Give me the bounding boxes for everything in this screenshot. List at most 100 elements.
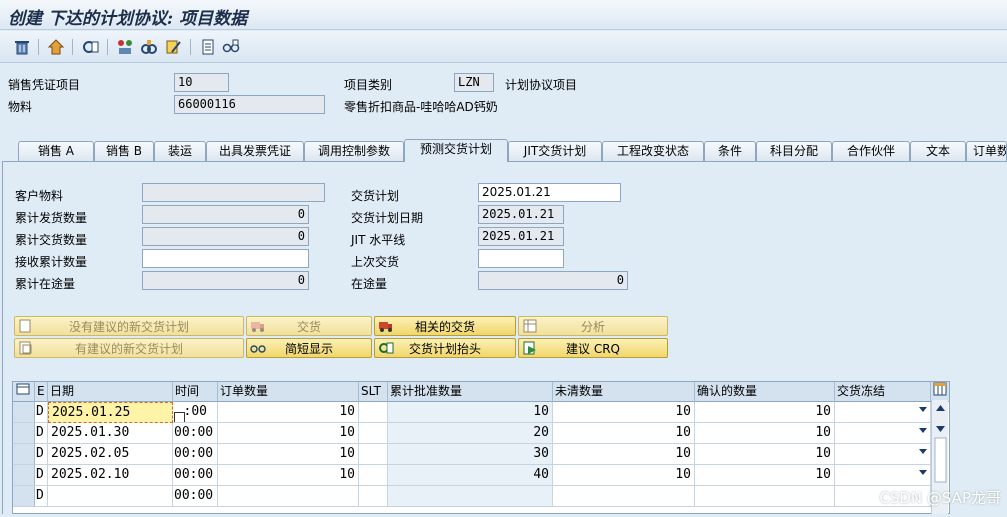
order-qty-cell[interactable]: 10 bbox=[218, 402, 359, 423]
tab-partners[interactable]: 合作伙伴 bbox=[832, 141, 910, 161]
delete-icon[interactable] bbox=[13, 38, 31, 56]
cum-approved-cell: 40 bbox=[388, 465, 553, 486]
order-qty-cell[interactable]: 10 bbox=[218, 465, 359, 486]
tab-billing[interactable]: 出具发票凭证 bbox=[206, 141, 304, 161]
glasses-icon bbox=[250, 345, 266, 353]
cum-in-transit-field[interactable]: 0 bbox=[142, 271, 309, 290]
col-header-date[interactable]: 日期 bbox=[48, 382, 173, 402]
tab-jit-schedule[interactable]: JIT交货计划 bbox=[508, 141, 602, 161]
cum-delivered-field[interactable]: 0 bbox=[142, 227, 309, 246]
col-header-cum-approved[interactable]: 累计批准数量 bbox=[388, 382, 553, 402]
row-selector[interactable] bbox=[13, 444, 35, 465]
slt-cell[interactable] bbox=[359, 486, 388, 507]
date-cell[interactable]: 2025.02.10 bbox=[48, 465, 173, 486]
glasses-icon[interactable] bbox=[222, 38, 240, 56]
tab-texts[interactable]: 文本 bbox=[910, 141, 966, 161]
propose-crq-button[interactable]: 建议 CRQ bbox=[518, 338, 668, 358]
col-header-delivery-block[interactable]: 交货冻结 bbox=[835, 382, 931, 402]
delivery-block-dropdown[interactable] bbox=[835, 465, 931, 486]
delivery-block-dropdown[interactable] bbox=[835, 402, 931, 423]
confirmed-qty-cell: 10 bbox=[695, 423, 835, 444]
order-qty-cell[interactable] bbox=[218, 486, 359, 507]
display-doc-icon[interactable] bbox=[82, 38, 100, 56]
row-selector[interactable] bbox=[13, 423, 35, 444]
confirmed-qty-cell: 10 bbox=[695, 402, 835, 423]
other-item-icon[interactable] bbox=[47, 38, 65, 56]
related-delivery-button[interactable]: 相关的交货 bbox=[374, 316, 516, 336]
tab-account-assignment[interactable]: 科目分配 bbox=[756, 141, 832, 161]
date-cell[interactable]: 2025.01.30 bbox=[48, 423, 173, 444]
row-e: D bbox=[35, 465, 48, 486]
delivery-button[interactable]: 交货 bbox=[246, 316, 372, 336]
notes-icon[interactable] bbox=[199, 38, 217, 56]
config-icon[interactable] bbox=[140, 38, 158, 56]
chevron-down-icon[interactable] bbox=[919, 470, 927, 475]
order-qty-cell[interactable]: 10 bbox=[218, 444, 359, 465]
col-header-order-qty[interactable]: 订单数量 bbox=[218, 382, 359, 402]
order-qty-cell[interactable]: 10 bbox=[218, 423, 359, 444]
delivery-schedule-field[interactable]: 2025.01.21 bbox=[478, 183, 621, 202]
cum-issued-field[interactable]: 0 bbox=[142, 205, 309, 224]
customer-material-label: 客户物料 bbox=[15, 189, 64, 203]
scroll-thumb[interactable] bbox=[934, 437, 947, 483]
edit-icon[interactable] bbox=[164, 38, 182, 56]
short-display-button[interactable]: 简短显示 bbox=[246, 338, 372, 358]
copy-icon[interactable] bbox=[116, 38, 134, 56]
col-header-open-qty[interactable]: 未清数量 bbox=[553, 382, 695, 402]
col-header-confirmed-qty[interactable]: 确认的数量 bbox=[695, 382, 835, 402]
scroll-up-icon[interactable] bbox=[936, 405, 945, 411]
open-qty-cell bbox=[553, 486, 695, 507]
delivery-block-dropdown[interactable] bbox=[835, 444, 931, 465]
chevron-down-icon[interactable] bbox=[919, 428, 927, 433]
scroll-down-icon[interactable] bbox=[936, 426, 945, 432]
item-category-field[interactable]: LZN bbox=[454, 73, 494, 92]
schedule-header-button[interactable]: 交货计划抬头 bbox=[374, 338, 516, 358]
time-cell[interactable]: 00:00 bbox=[173, 486, 218, 507]
date-cell[interactable]: 2025.01.25 bbox=[48, 402, 173, 423]
tab-sales-b[interactable]: 销售 B bbox=[94, 141, 154, 161]
time-cell[interactable]: 00:00 bbox=[173, 402, 218, 423]
delivery-block-dropdown[interactable] bbox=[835, 423, 931, 444]
cum-issued-label: 累计发货数量 bbox=[15, 211, 88, 225]
select-all-icon[interactable] bbox=[13, 382, 35, 402]
slt-cell[interactable] bbox=[359, 465, 388, 486]
tab-forecast-schedule[interactable]: 预测交货计划 bbox=[404, 139, 508, 162]
slt-cell[interactable] bbox=[359, 402, 388, 423]
column-settings-icon[interactable] bbox=[931, 382, 949, 402]
tab-sales-a[interactable]: 销售 A bbox=[18, 141, 94, 161]
slt-cell[interactable] bbox=[359, 423, 388, 444]
slt-cell[interactable] bbox=[359, 444, 388, 465]
tab-order-data[interactable]: 订单数据 bbox=[966, 141, 1007, 161]
col-header-e[interactable]: E bbox=[35, 382, 48, 402]
tab-call-control[interactable]: 调用控制参数 bbox=[304, 141, 404, 161]
time-cell[interactable]: 00:00 bbox=[173, 465, 218, 486]
col-header-time[interactable]: 时间 bbox=[173, 382, 218, 402]
row-selector[interactable] bbox=[13, 486, 35, 507]
cum-approved-cell: 30 bbox=[388, 444, 553, 465]
date-cell[interactable] bbox=[48, 486, 173, 507]
new-schedule-no-proposal-button[interactable]: 没有建议的新交货计划 bbox=[14, 316, 244, 336]
row-selector[interactable] bbox=[13, 465, 35, 486]
chevron-down-icon[interactable] bbox=[919, 449, 927, 454]
cum-approved-cell: 20 bbox=[388, 423, 553, 444]
analysis-button[interactable]: 分析 bbox=[518, 316, 668, 336]
tab-conditions[interactable]: 条件 bbox=[704, 141, 756, 161]
time-cell[interactable]: 00:00 bbox=[173, 444, 218, 465]
sales-item-field[interactable]: 10 bbox=[174, 73, 229, 92]
in-transit-field[interactable]: 0 bbox=[478, 271, 628, 290]
row-selector[interactable] bbox=[13, 402, 35, 423]
date-cell[interactable]: 2025.02.05 bbox=[48, 444, 173, 465]
cum-received-field[interactable] bbox=[142, 249, 309, 268]
chevron-down-icon[interactable] bbox=[919, 407, 927, 412]
tab-engineering-change[interactable]: 工程改变状态 bbox=[602, 141, 704, 161]
last-delivery-field[interactable] bbox=[478, 249, 564, 268]
tab-shipping[interactable]: 装运 bbox=[154, 141, 206, 161]
new-schedule-with-proposal-button[interactable]: 有建议的新交货计划 bbox=[14, 338, 244, 358]
time-cell[interactable]: 00:00 bbox=[173, 423, 218, 444]
schedule-date-field[interactable]: 2025.01.21 bbox=[478, 205, 564, 224]
jit-horizon-field[interactable]: 2025.01.21 bbox=[478, 227, 564, 246]
col-header-slt[interactable]: SLT bbox=[359, 382, 388, 402]
calendar-icon[interactable] bbox=[174, 412, 185, 422]
material-field[interactable]: 66000116 bbox=[174, 95, 325, 114]
customer-material-field[interactable] bbox=[142, 183, 325, 202]
